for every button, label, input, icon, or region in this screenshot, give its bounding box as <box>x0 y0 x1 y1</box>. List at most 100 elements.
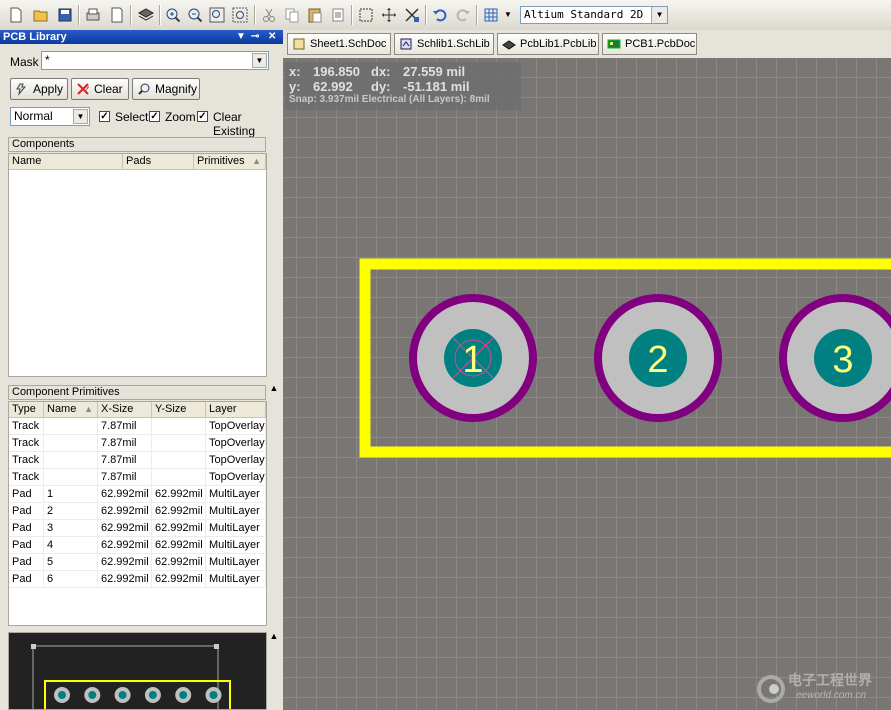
primitive-cell: MultiLayer <box>206 571 266 588</box>
tab-pcb1-pcbdoc[interactable]: PCB1.PcbDoc <box>602 33 697 55</box>
column-header-name[interactable]: Name <box>9 154 123 170</box>
primitive-cell: 62.992mil <box>152 554 206 571</box>
x-value: 196.850 <box>313 64 360 79</box>
primitive-cell: Pad <box>9 486 44 503</box>
primitive-cell: Track <box>9 418 44 435</box>
preview-pad-hole <box>58 691 66 699</box>
primitive-cell: 62.992mil <box>152 486 206 503</box>
tab-schlib1-schlib[interactable]: Schlib1.SchLib <box>394 33 494 55</box>
column-header-pads[interactable]: Pads <box>123 154 194 170</box>
print-preview-icon[interactable] <box>107 5 127 25</box>
redo-icon[interactable] <box>453 5 473 25</box>
panel-title: PCB Library <box>3 31 67 43</box>
mask-input[interactable]: * ▼ <box>41 51 269 70</box>
primitive-cell <box>152 469 206 486</box>
zoom-in-icon[interactable] <box>163 5 183 25</box>
clear-button[interactable]: Clear <box>71 78 129 100</box>
zoom-checkbox[interactable]: ✓ Zoom <box>149 110 196 124</box>
primitive-cell: 62.992mil <box>152 537 206 554</box>
primitive-cell <box>152 418 206 435</box>
select-checkbox[interactable]: ✓ Select <box>99 110 148 124</box>
zoom-fit-icon[interactable] <box>207 5 227 25</box>
primitive-cell: Pad <box>9 537 44 554</box>
primitive-cell: 62.992mil <box>98 503 152 520</box>
dx-value: 27.559 mil <box>403 64 466 79</box>
magnify-icon <box>138 83 150 95</box>
tab-label: PCB1.PcbDoc <box>625 38 696 50</box>
select-rect-icon[interactable] <box>356 5 376 25</box>
chevron-down-icon[interactable]: ▼ <box>651 7 667 23</box>
pcb-canvas[interactable]: 1 2 3 <box>283 58 891 710</box>
layer-stack-icon[interactable] <box>136 5 156 25</box>
new-file-icon[interactable] <box>6 5 26 25</box>
magnify-button[interactable]: Magnify <box>132 78 200 100</box>
components-list[interactable]: Name Pads Primitives ▲ <box>8 153 267 377</box>
primitive-cell: Track <box>9 452 44 469</box>
primitive-cell: TopOverlay <box>206 418 266 435</box>
preview-pad-hole <box>118 691 127 699</box>
move-icon[interactable] <box>379 5 399 25</box>
collapse-up-icon[interactable]: ▲ <box>268 631 280 643</box>
grid-icon[interactable] <box>481 5 501 25</box>
primitive-cell: 62.992mil <box>152 520 206 537</box>
chevron-down-icon[interactable]: ▼ <box>73 109 88 124</box>
panel-menu-icon[interactable]: ▼ <box>236 30 246 44</box>
preview-pad-hole <box>179 691 188 699</box>
magnify-label: Magnify <box>155 82 198 96</box>
document-tabs: Sheet1.SchDoc Schlib1.SchLib PcbLib1.Pcb… <box>283 30 891 58</box>
clear-existing-checkbox[interactable]: ✓ Clear Existing <box>197 110 283 138</box>
footprint-drawing: 1 2 3 <box>359 258 891 458</box>
schematic-doc-icon <box>293 38 305 50</box>
collapse-up-icon[interactable]: ▲ <box>268 383 280 395</box>
grid-dropdown-icon[interactable]: ▼ <box>502 5 514 25</box>
tab-pcblib1-pcblib[interactable]: PcbLib1.PcbLib <box>497 33 599 55</box>
primitive-cell: TopOverlay <box>206 452 266 469</box>
mask-mode-value: Normal <box>14 109 53 123</box>
primitive-cell: 62.992mil <box>98 571 152 588</box>
primitive-cell: 6 <box>44 571 98 588</box>
components-title: Components <box>8 137 266 152</box>
primitive-cell: 5 <box>44 554 98 571</box>
column-header-layer[interactable]: Layer <box>206 402 266 418</box>
pin-icon[interactable]: ⊸ <box>251 30 259 44</box>
mask-label: Mask <box>10 55 39 69</box>
mask-mode-select[interactable]: Normal ▼ <box>10 107 90 126</box>
pcb-library-panel: PCB Library ▼ ⊸ ✕ Mask * ▼ Apply Clear M… <box>0 30 283 710</box>
primitive-cell: MultiLayer <box>206 503 266 520</box>
schematic-lib-icon <box>400 38 412 50</box>
column-header-type[interactable]: Type <box>9 402 44 418</box>
apply-button[interactable]: Apply <box>10 78 68 100</box>
zoom-out-icon[interactable] <box>185 5 205 25</box>
primitives-list[interactable]: Type Name ▲ X-Size Y-Size Layer Track 7.8… <box>8 401 267 626</box>
primitive-cell: 3 <box>44 520 98 537</box>
rubber-stamp-icon[interactable] <box>328 5 348 25</box>
close-icon[interactable]: ✕ <box>268 30 276 44</box>
cut-icon[interactable] <box>259 5 279 25</box>
watermark-logo: 电子工程世界 eeworld.com.cn <box>752 668 891 710</box>
select-checkbox-label: Select <box>115 110 149 124</box>
primitive-cell: MultiLayer <box>206 486 266 503</box>
apply-icon <box>16 83 27 96</box>
undo-icon[interactable] <box>430 5 450 25</box>
print-icon[interactable] <box>83 5 103 25</box>
save-icon[interactable] <box>55 5 75 25</box>
footprint-preview[interactable] <box>8 632 267 710</box>
zoom-checkbox-label: Zoom <box>165 110 196 124</box>
chevron-down-icon[interactable]: ▼ <box>252 53 267 68</box>
primitive-cell: 7.87mil <box>98 469 152 486</box>
column-header-y-size[interactable]: Y-Size <box>152 402 206 418</box>
watermark-icon <box>757 675 785 703</box>
column-header-primitives[interactable]: Primitives ▲ <box>194 154 266 170</box>
cross-select-icon[interactable] <box>402 5 422 25</box>
zoom-area-icon[interactable] <box>230 5 250 25</box>
clear-label: Clear <box>94 82 123 96</box>
tab-sheet1-schdoc[interactable]: Sheet1.SchDoc <box>287 33 391 55</box>
column-header-prim-name[interactable]: Name ▲ <box>44 402 98 418</box>
column-header-x-size[interactable]: X-Size <box>98 402 152 418</box>
view-mode-select[interactable]: Altium Standard 2D ▼ <box>520 6 668 24</box>
open-folder-icon[interactable] <box>31 5 51 25</box>
primitive-cell: Track <box>9 469 44 486</box>
copy-icon[interactable] <box>282 5 302 25</box>
watermark-url: eeworld.com.cn <box>796 690 867 701</box>
paste-icon[interactable] <box>305 5 325 25</box>
